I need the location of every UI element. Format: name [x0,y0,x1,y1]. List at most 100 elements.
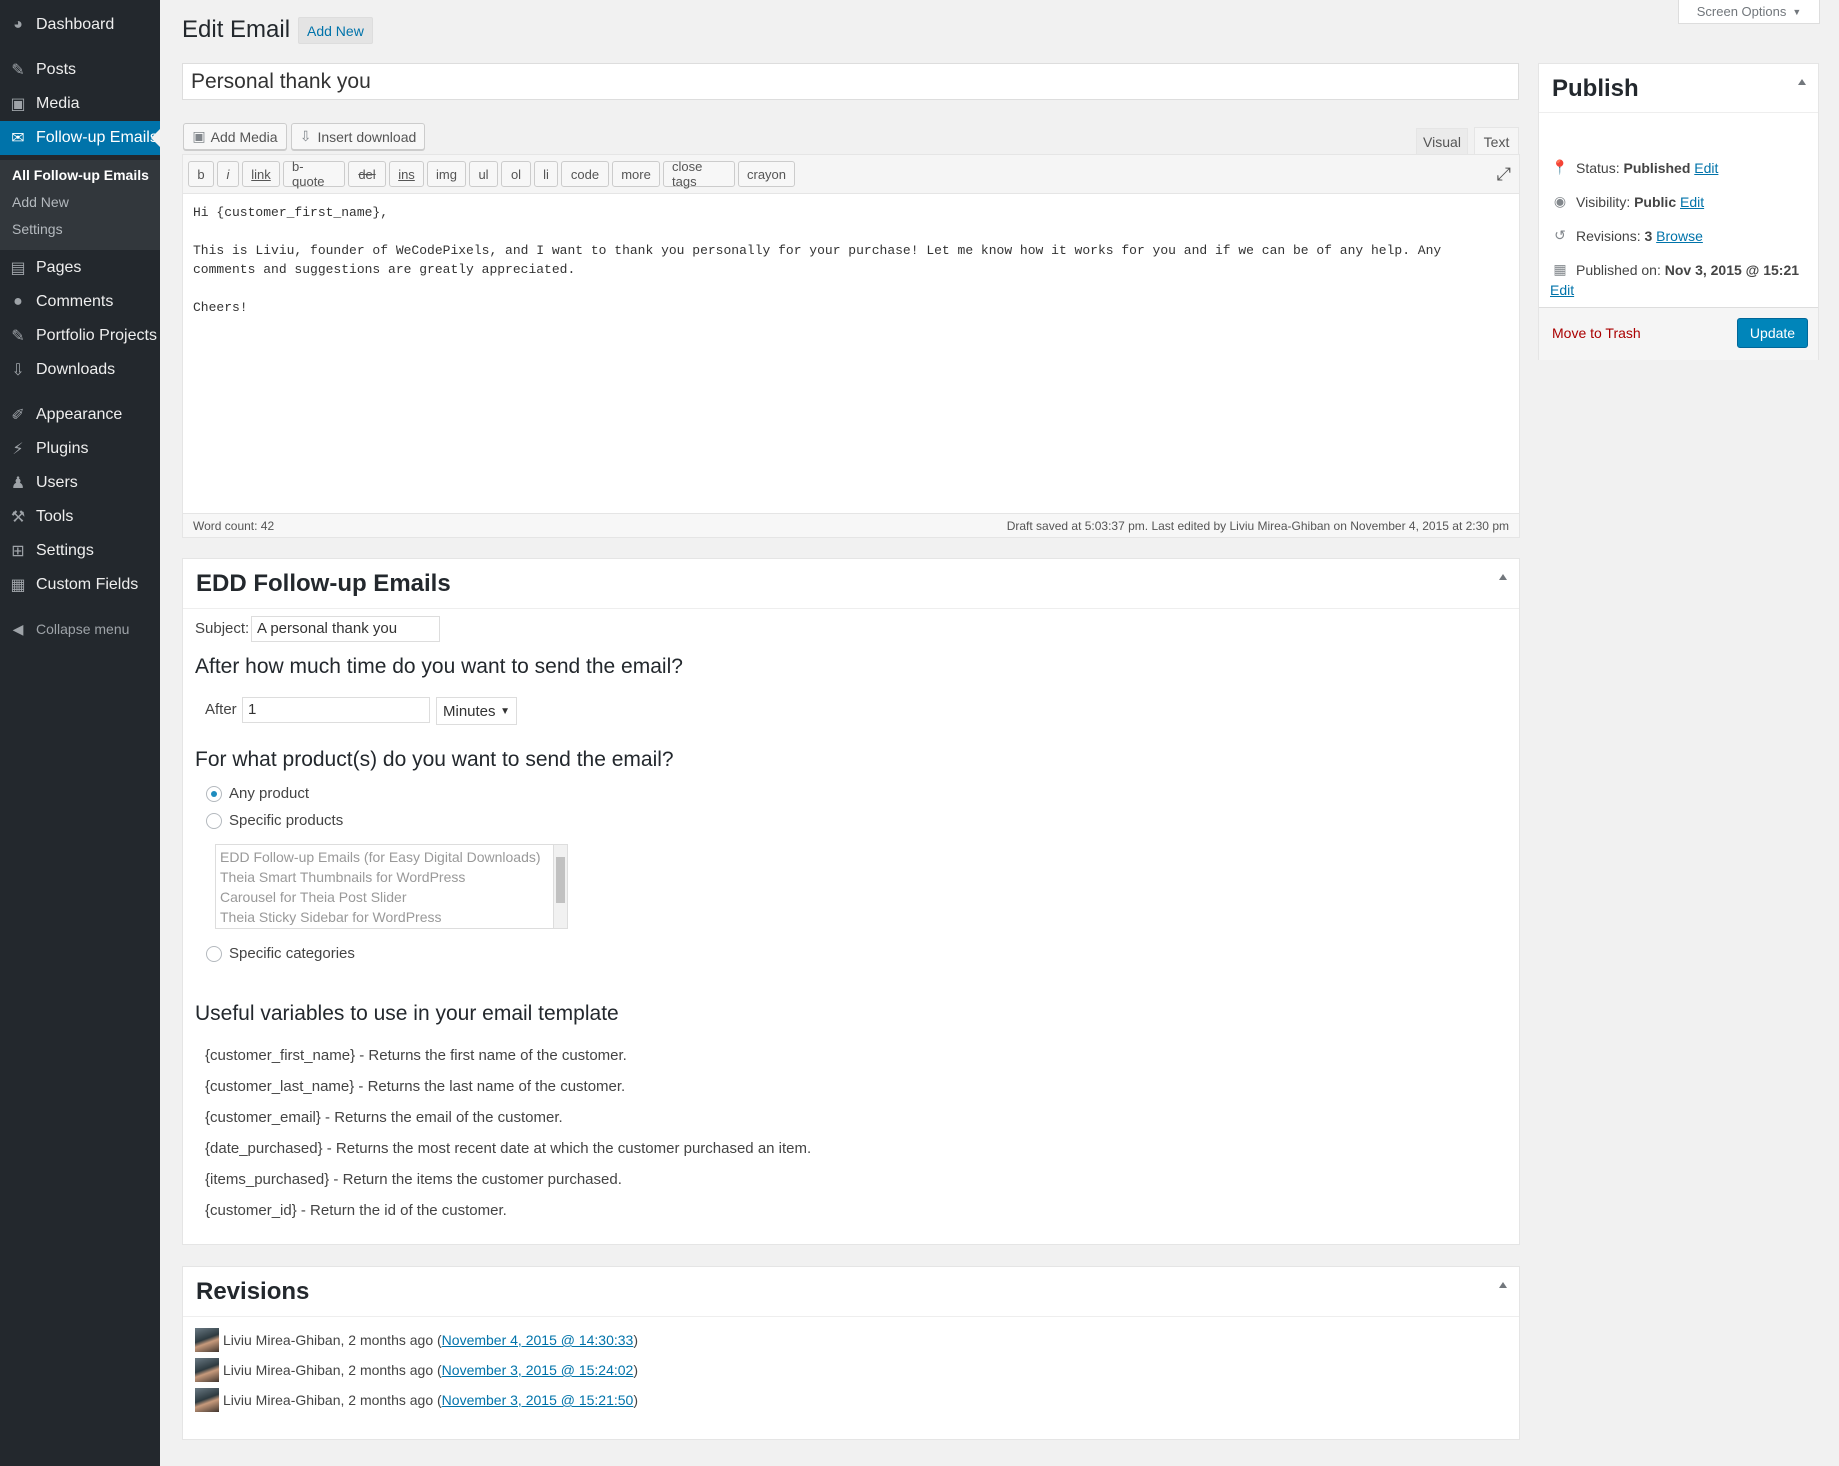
menu-tools-label: Tools [36,508,74,525]
post-title-input[interactable]: Personal thank you [182,63,1519,100]
specific-categories-radio[interactable] [206,946,222,962]
qt-code-button[interactable]: code [561,161,609,187]
add-media-button[interactable]: ▣ Add Media [183,123,287,150]
fullscreen-icon[interactable]: ⤢ [1497,164,1511,185]
qt-crayon-button[interactable]: crayon [738,161,795,187]
editor-textarea[interactable]: Hi {customer_first_name}, This is Liviu,… [193,203,1509,317]
revisions-toggle-icon[interactable] [1499,1282,1507,1288]
menu-settings-label: Settings [36,542,94,559]
qt-img-button[interactable]: img [427,161,466,187]
menu-followup-emails[interactable]: ✉ Follow-up Emails [0,121,160,155]
product-option[interactable]: Theia Smart Thumbnails for WordPress [220,867,563,887]
status-label: Status: [1576,159,1620,176]
editor-line: This is Liviu, founder of WeCodePixels, … [193,243,1442,258]
menu-pages[interactable]: ▤ Pages [0,251,160,285]
qt-li-button[interactable]: li [534,161,558,187]
screen-options-button[interactable]: Screen Options ▼ [1678,0,1820,24]
editor-line: Cheers! [193,300,248,315]
menu-users[interactable]: ♟ Users [0,466,160,500]
edd-toggle-icon[interactable] [1499,574,1507,580]
user-icon: ♟ [10,475,26,492]
revision-author: Liviu Mirea-Ghiban, 2 months ago ( [223,1332,442,1348]
menu-tools[interactable]: ⚒ Tools [0,500,160,534]
qt-close-tags-button[interactable]: close tags [663,159,735,189]
avatar [195,1358,219,1382]
revisions-box-title: Revisions [196,1278,310,1305]
menu-appearance-label: Appearance [36,406,123,423]
qt-bold-button[interactable]: b [188,161,214,187]
update-button[interactable]: Update [1737,318,1808,348]
product-option[interactable]: EDD Follow-up Emails (for Easy Digital D… [220,847,563,867]
tab-visual[interactable]: Visual [1416,128,1468,154]
email-icon: ✉ [11,130,25,147]
menu-media[interactable]: ▣ Media [0,87,160,121]
visibility-label: Visibility: [1576,193,1631,210]
menu-posts[interactable]: ✎ Posts [0,53,160,87]
publish-toggle-icon[interactable] [1798,79,1806,85]
publish-date-row: ▦ Published on: Nov 3, 2015 @ 15:21 [1550,261,1799,278]
menu-comments-label: Comments [36,293,114,310]
revision-row: Liviu Mirea-Ghiban, 2 months ago (Novemb… [195,1328,638,1352]
qt-link-button[interactable]: link [242,161,280,187]
download-icon: ⇩ [299,128,312,144]
qt-more-button[interactable]: more [612,161,660,187]
menu-comments[interactable]: ● Comments [0,285,160,319]
qt-bquote-button[interactable]: b-quote [283,159,345,189]
menu-downloads-label: Downloads [36,361,116,378]
variable-item: {items_purchased} - Return the items the… [205,1171,622,1188]
after-input[interactable]: 1 [242,697,430,723]
revision-date-link[interactable]: November 3, 2015 @ 15:21:50 [442,1392,634,1408]
variables-heading: Useful variables to use in your email te… [195,1002,619,1025]
menu-custom-fields[interactable]: ▦ Custom Fields [0,568,160,602]
qt-ul-button[interactable]: ul [469,161,498,187]
product-option[interactable]: Theia Sticky Sidebar for WordPress [220,907,563,927]
any-product-radio[interactable] [206,786,222,802]
pin-icon: ✎ [11,62,25,79]
menu-dashboard[interactable]: ◕ Dashboard [0,8,160,42]
visibility-edit-link[interactable]: Edit [1680,194,1704,210]
insert-download-label: Insert download [317,128,417,145]
menu-portfolio-projects[interactable]: ✎ Portfolio Projects [0,319,160,353]
move-to-trash-link[interactable]: Move to Trash [1552,325,1641,341]
product-option[interactable]: Carousel for Theia Post Slider [220,887,563,907]
dashboard-icon: ◕ [13,16,23,33]
revision-date-link[interactable]: November 4, 2015 @ 14:30:33 [442,1332,634,1348]
qt-italic-button[interactable]: i [217,161,239,187]
qt-del-button[interactable]: del [348,161,386,187]
time-question-heading: After how much time do you want to send … [195,655,683,678]
download-icon: ⇩ [11,362,25,379]
menu-plugins[interactable]: ⚡ Plugins [0,432,160,466]
revision-close: ) [633,1362,639,1378]
qt-ins-button[interactable]: ins [389,161,424,187]
any-product-label: Any product [229,785,310,802]
listbox-scrollbar[interactable] [553,845,567,928]
qt-ol-button[interactable]: ol [501,161,531,187]
pages-icon: ▤ [10,260,26,277]
history-icon: ↺ [1554,227,1566,243]
status-edit-link[interactable]: Edit [1694,160,1718,176]
media-icon: ▣ [192,128,206,144]
menu-settings[interactable]: ⊞ Settings [0,534,160,568]
published-edit-link[interactable]: Edit [1550,282,1574,298]
collapse-menu[interactable]: ◀ Collapse menu [0,618,160,640]
products-listbox[interactable]: EDD Follow-up Emails (for Easy Digital D… [215,844,568,929]
specific-categories-label: Specific categories [229,945,355,962]
submenu-add-new[interactable]: Add New [12,194,69,210]
status-value: Published [1623,159,1691,176]
menu-appearance[interactable]: ✐ Appearance [0,398,160,432]
submenu-all-followup[interactable]: All Follow-up Emails [12,167,149,183]
eye-icon: ◉ [1553,193,1567,209]
insert-download-button[interactable]: ⇩ Insert download [291,123,425,150]
specific-products-label: Specific products [229,812,344,829]
subject-input[interactable]: A personal thank you [251,616,440,642]
after-label: After [205,701,237,718]
revisions-browse-link[interactable]: Browse [1656,228,1703,244]
specific-products-radio[interactable] [206,813,222,829]
add-new-button[interactable]: Add New [298,17,373,44]
submenu-settings[interactable]: Settings [12,221,63,237]
pin-icon: 📍 [1551,159,1569,175]
tab-text[interactable]: Text [1474,127,1519,155]
time-unit-select[interactable]: Minutes ▼ [436,697,517,725]
menu-downloads[interactable]: ⇩ Downloads [0,353,160,387]
revision-date-link[interactable]: November 3, 2015 @ 15:24:02 [442,1362,634,1378]
